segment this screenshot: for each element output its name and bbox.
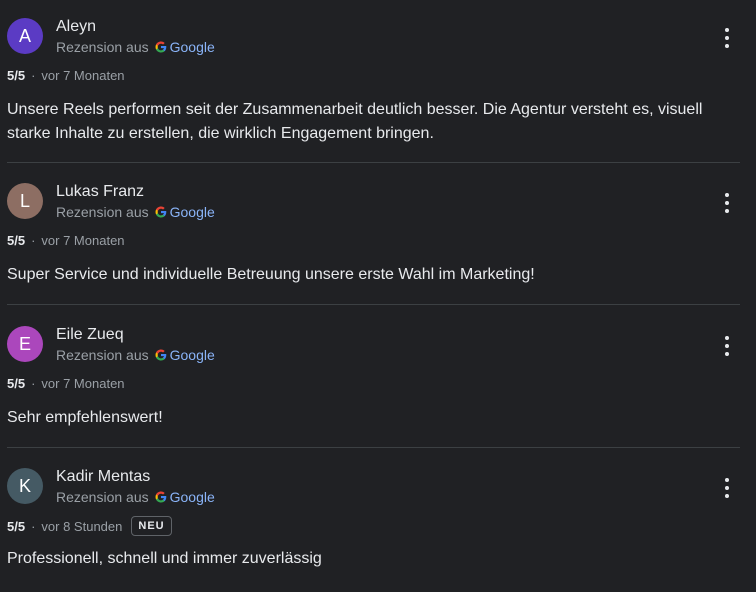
review-card: E Eile Zueq Rezension aus Google 5/5 · v… (7, 326, 740, 426)
more-vert-icon-dot (725, 201, 729, 205)
review-source: Rezension aus Google (56, 39, 215, 55)
review-time: vor 8 Stunden (41, 518, 123, 534)
divider (7, 304, 740, 305)
separator: · (31, 376, 36, 391)
more-vert-icon (725, 193, 729, 197)
google-source-link[interactable]: Google (170, 39, 215, 55)
more-options-button[interactable] (717, 334, 737, 358)
more-options-button[interactable] (717, 191, 737, 215)
rating: 5/5 (7, 68, 26, 83)
more-vert-icon-dot (725, 486, 729, 490)
source-prefix: Rezension aus (56, 489, 149, 505)
separator: · (31, 518, 36, 534)
new-badge: NEU (131, 516, 172, 536)
review-card: A Aleyn Rezension aus Google 5/5 · vor 7… (7, 18, 740, 148)
reviewer-name[interactable]: Lukas Franz (56, 183, 144, 201)
review-time: vor 7 Monaten (41, 233, 125, 248)
separator: · (31, 233, 36, 248)
more-vert-icon-dot (725, 352, 729, 356)
review-meta: 5/5 · vor 7 Monaten (7, 376, 125, 391)
review-card: K Kadir Mentas Rezension aus Google 5/5 … (7, 468, 740, 578)
rating: 5/5 (7, 518, 26, 534)
review-text: Professionell, schnell und immer zuverlä… (7, 550, 322, 567)
review-list: A Aleyn Rezension aus Google 5/5 · vor 7… (0, 0, 756, 592)
avatar[interactable]: A (7, 18, 43, 54)
review-text: Unsere Reels performen seit der Zusammen… (7, 101, 703, 142)
source-prefix: Rezension aus (56, 204, 149, 220)
more-options-button[interactable] (717, 476, 737, 500)
source-prefix: Rezension aus (56, 39, 149, 55)
avatar[interactable]: K (7, 468, 43, 504)
divider (7, 447, 740, 448)
review-text: Sehr empfehlenswert! (7, 409, 163, 426)
more-vert-icon (725, 28, 729, 32)
review-source: Rezension aus Google (56, 204, 215, 220)
review-time: vor 7 Monaten (41, 376, 125, 391)
avatar[interactable]: E (7, 326, 43, 362)
reviewer-name[interactable]: Kadir Mentas (56, 468, 150, 486)
more-vert-icon (725, 336, 729, 340)
more-vert-icon-dot (725, 36, 729, 40)
google-source-link[interactable]: Google (170, 489, 215, 505)
more-vert-icon-dot (725, 344, 729, 348)
google-g-icon (155, 491, 166, 503)
more-vert-icon-dot (725, 209, 729, 213)
more-vert-icon (725, 478, 729, 482)
review-source: Rezension aus Google (56, 489, 215, 505)
review-meta: 5/5 · vor 7 Monaten (7, 68, 125, 83)
more-vert-icon-dot (725, 494, 729, 498)
review-meta: 5/5 · vor 7 Monaten (7, 233, 125, 248)
review-text: Super Service und individuelle Betreuung… (7, 266, 535, 283)
separator: · (31, 68, 36, 83)
rating: 5/5 (7, 233, 26, 248)
google-source-link[interactable]: Google (170, 204, 215, 220)
divider (7, 162, 740, 163)
review-time: vor 7 Monaten (41, 68, 125, 83)
reviewer-name[interactable]: Eile Zueq (56, 326, 124, 344)
rating: 5/5 (7, 376, 26, 391)
reviewer-name[interactable]: Aleyn (56, 18, 96, 36)
review-card: L Lukas Franz Rezension aus Google 5/5 ·… (7, 183, 740, 283)
more-options-button[interactable] (717, 26, 737, 50)
more-vert-icon-dot (725, 44, 729, 48)
source-prefix: Rezension aus (56, 347, 149, 363)
google-source-link[interactable]: Google (170, 347, 215, 363)
google-g-icon (155, 206, 166, 218)
google-g-icon (155, 349, 166, 361)
google-g-icon (155, 41, 166, 53)
review-source: Rezension aus Google (56, 347, 215, 363)
avatar[interactable]: L (7, 183, 43, 219)
review-meta: 5/5 · vor 8 Stunden NEU (7, 516, 172, 536)
